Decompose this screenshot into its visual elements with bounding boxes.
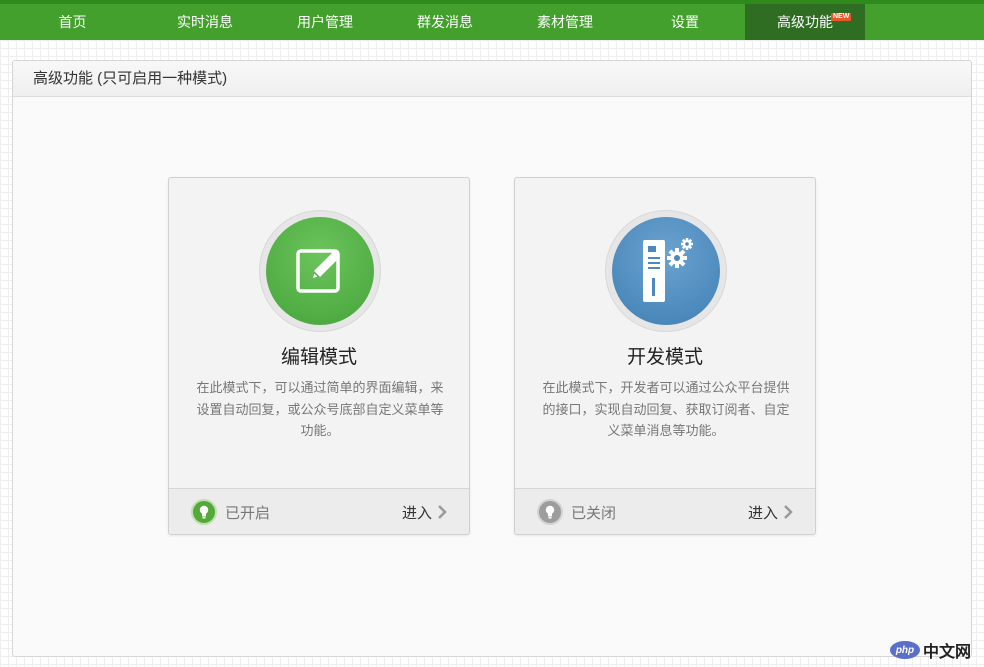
nav-item-label: 素材管理 xyxy=(537,14,593,30)
edit-mode-card: 编辑模式 在此模式下，可以通过简单的界面编辑，来设置自动回复，或公众号底部自定义… xyxy=(168,177,470,535)
panel-title: 高级功能 (只可启用一种模式) xyxy=(13,61,971,97)
enter-edit-mode-button[interactable]: 进入 xyxy=(402,499,447,525)
card-description: 在此模式下，开发者可以通过公众平台提供的接口，实现自动回复、获取订阅者、自定义菜… xyxy=(542,380,790,438)
nav-item-label: 首页 xyxy=(58,14,87,30)
status-text: 已关闭 xyxy=(571,504,617,522)
watermark: php 中文网 xyxy=(890,638,971,662)
new-badge: NEW xyxy=(831,13,852,21)
nav-item-user-management[interactable]: 用户管理 xyxy=(265,4,385,40)
card-footer: 已关闭 进入 xyxy=(515,488,815,534)
lightbulb-icon xyxy=(191,499,217,525)
developer-mode-card: 开发模式 在此模式下，开发者可以通过公众平台提供的接口，实现自动回复、获取订阅者… xyxy=(514,177,816,535)
nav-item-label: 设置 xyxy=(671,14,699,30)
nav-item-broadcast[interactable]: 群发消息 xyxy=(385,4,505,40)
edit-icon xyxy=(266,217,374,325)
nav-item-label: 实时消息 xyxy=(177,14,233,30)
watermark-text: 中文网 xyxy=(923,644,972,661)
nav-item-label: 用户管理 xyxy=(297,14,353,30)
card-description: 在此模式下，可以通过简单的界面编辑，来设置自动回复，或公众号底部自定义菜单等功能… xyxy=(196,380,444,438)
nav-item-materials[interactable]: 素材管理 xyxy=(505,4,625,40)
nav-item-advanced[interactable]: 高级功能 NEW xyxy=(745,4,865,40)
lightbulb-icon xyxy=(537,499,563,525)
enter-developer-mode-button[interactable]: 进入 xyxy=(748,499,793,525)
php-logo: php xyxy=(890,641,920,659)
edit-mode-icon-frame xyxy=(259,210,381,332)
nav-item-label: 群发消息 xyxy=(417,14,473,30)
chevron-right-icon xyxy=(784,505,793,519)
card-footer: 已开启 进入 xyxy=(169,488,469,534)
status-text: 已开启 xyxy=(225,504,271,522)
status-indicator: 已关闭 xyxy=(537,499,616,525)
developer-mode-icon-frame xyxy=(605,210,727,332)
advanced-features-panel: 高级功能 (只可启用一种模式) 编辑模式 在此模式下，可以通过简单的界面编辑，来… xyxy=(12,60,972,657)
status-indicator: 已开启 xyxy=(191,499,270,525)
enter-label: 进入 xyxy=(401,504,432,522)
card-title: 开发模式 xyxy=(626,347,703,368)
server-gear-icon xyxy=(612,217,720,325)
chevron-right-icon xyxy=(438,505,447,519)
top-nav: 首页 实时消息 用户管理 群发消息 素材管理 设置 高级功能 NEW xyxy=(0,0,984,40)
nav-item-realtime-messages[interactable]: 实时消息 xyxy=(145,4,265,40)
nav-item-settings[interactable]: 设置 xyxy=(625,4,745,40)
enter-label: 进入 xyxy=(747,504,778,522)
nav-item-home[interactable]: 首页 xyxy=(0,4,145,40)
card-title: 编辑模式 xyxy=(280,347,357,368)
nav-item-label: 高级功能 xyxy=(777,14,833,30)
